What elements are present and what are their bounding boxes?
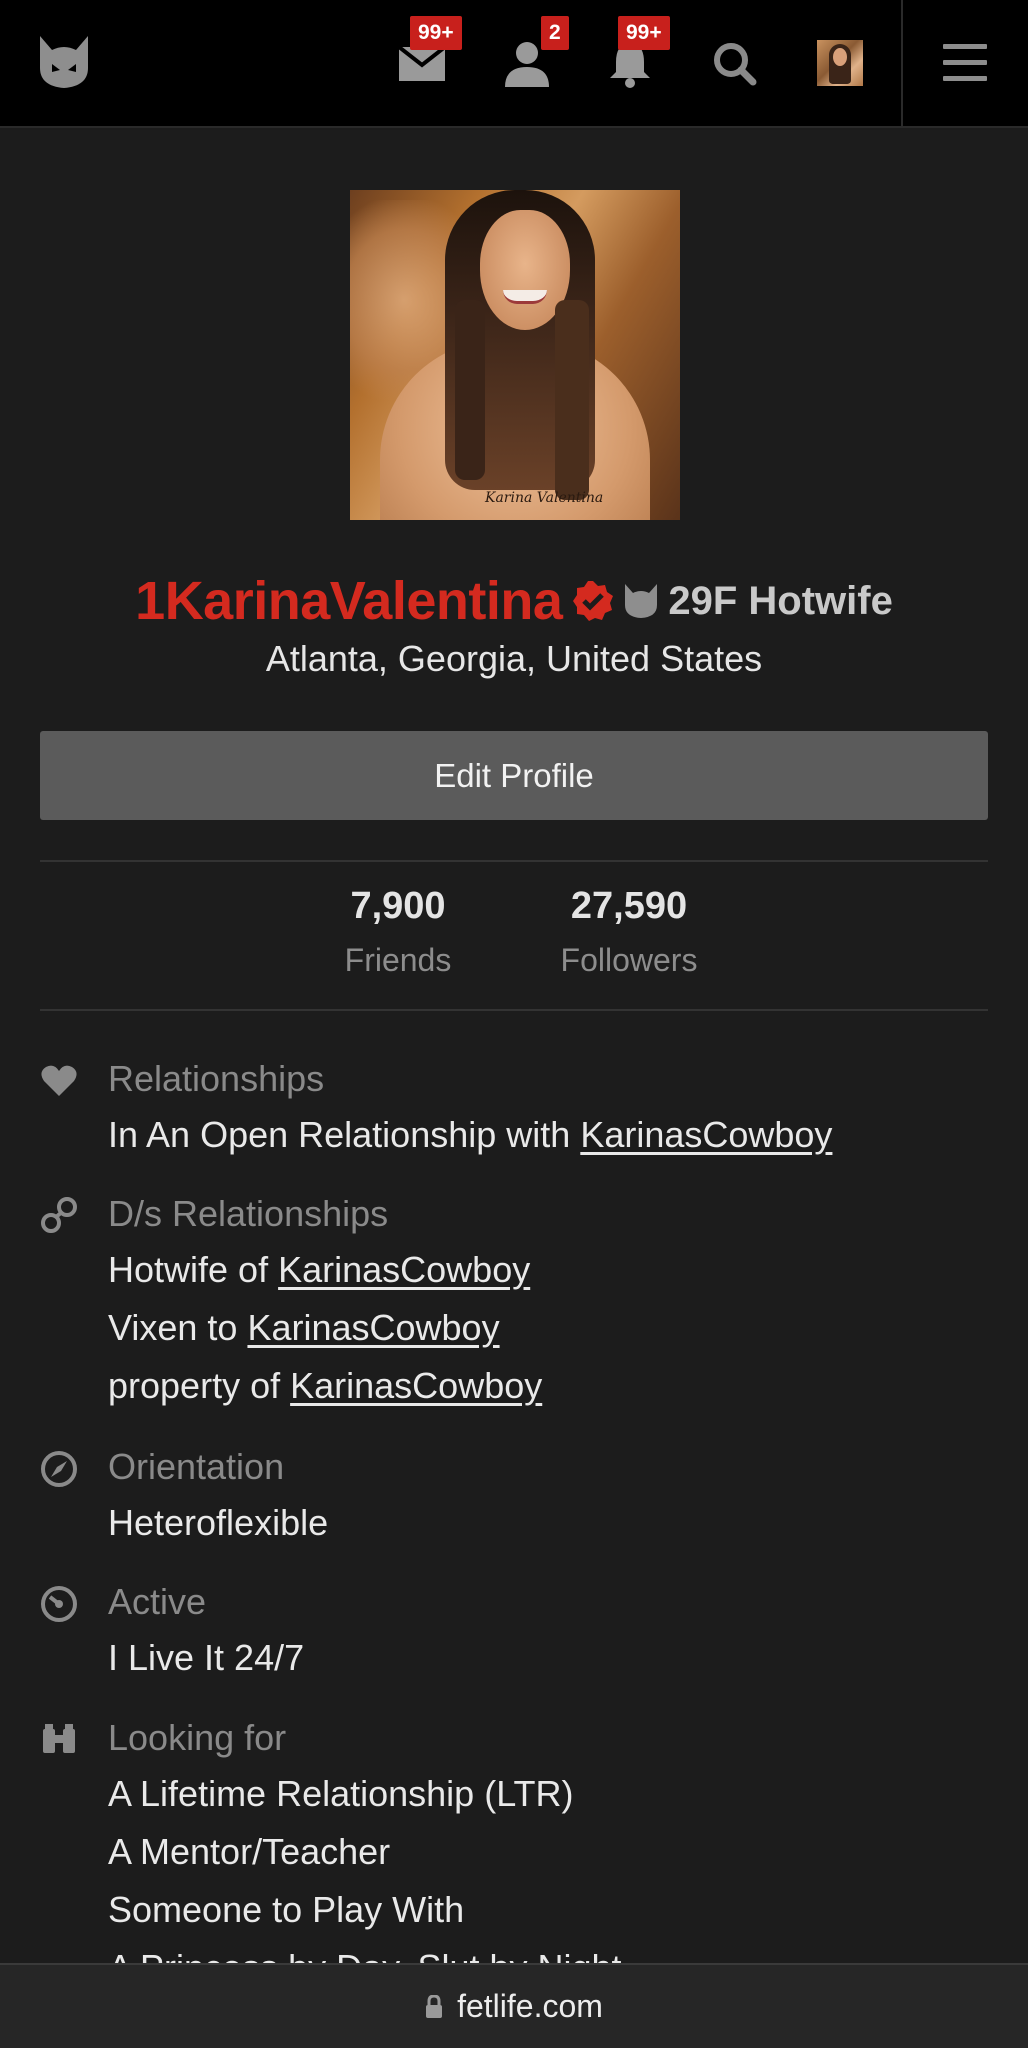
notifications-badge: 99+ xyxy=(618,16,670,50)
partner-link[interactable]: KarinasCowboy xyxy=(580,1114,832,1155)
photo-signature: Karina Valentina xyxy=(485,490,604,506)
gauge-icon xyxy=(41,1586,77,1622)
profile-name-line: 1KarinaValentina 29F Hotwife xyxy=(0,566,1028,636)
divider xyxy=(40,860,988,862)
heart-icon xyxy=(41,1065,77,1096)
profile-photo[interactable]: Karina Valentina xyxy=(350,190,680,520)
url-text: fetlife.com xyxy=(457,1988,603,2024)
relationship-text: In An Open Relationship with xyxy=(108,1114,571,1155)
ds-relationship-item: Vixen to KarinasCowboy xyxy=(108,1307,500,1349)
friend-requests-badge: 2 xyxy=(541,16,569,50)
ds-relationship-item: Hotwife of KarinasCowboy xyxy=(108,1249,530,1291)
followers-count: 27,590 xyxy=(570,885,688,927)
ds-role-text: property of xyxy=(108,1365,281,1406)
profile-username: 1KarinaValentina xyxy=(135,571,563,631)
divider xyxy=(40,1009,988,1011)
orientation-value: Heteroflexible xyxy=(108,1502,329,1543)
friends-label: Friends xyxy=(344,942,452,978)
looking-for-title: Looking for xyxy=(108,1717,287,1758)
search-button[interactable] xyxy=(705,36,765,92)
ds-role-text: Hotwife of xyxy=(108,1249,269,1290)
user-avatar[interactable] xyxy=(817,40,863,86)
ds-relationships-title: D/s Relationships xyxy=(108,1193,389,1234)
ds-relationship-item: property of KarinasCowboy xyxy=(108,1365,542,1407)
search-icon xyxy=(714,43,757,86)
messages-badge: 99+ xyxy=(410,16,462,50)
looking-for-section: Looking for A Lifetime Relationship (LTR… xyxy=(40,1717,988,1967)
friends-stat[interactable]: 7,900 Friends xyxy=(298,885,498,979)
handcuffs-icon xyxy=(41,1197,77,1233)
ds-role-text: Vixen to xyxy=(108,1307,238,1348)
compass-icon xyxy=(41,1451,77,1487)
ds-partner-link[interactable]: KarinasCowboy xyxy=(247,1307,499,1348)
hamburger-menu-icon[interactable] xyxy=(943,44,987,82)
top-navigation-bar: 99+ 2 99+ xyxy=(0,0,1028,128)
supporter-badge-icon xyxy=(625,584,658,618)
ds-relationships-section: D/s Relationships Hotwife of KarinasCowb… xyxy=(40,1193,988,1423)
followers-label: Followers xyxy=(560,942,698,978)
edit-profile-button[interactable]: Edit Profile xyxy=(40,731,988,820)
followers-stat[interactable]: 27,590 Followers xyxy=(529,885,729,979)
active-title: Active xyxy=(108,1581,207,1622)
lock-icon xyxy=(426,1994,443,2018)
orientation-section: Orientation Heteroflexible xyxy=(40,1446,988,1556)
active-value: I Live It 24/7 xyxy=(108,1637,305,1678)
binoculars-icon xyxy=(43,1724,75,1753)
friends-count: 7,900 xyxy=(350,885,446,927)
relationship-item: In An Open Relationship with KarinasCowb… xyxy=(108,1114,832,1156)
profile-location: Atlanta, Georgia, United States xyxy=(265,638,763,679)
active-section: Active I Live It 24/7 xyxy=(40,1581,988,1691)
envelope-icon xyxy=(399,47,445,81)
relationships-section: Relationships In An Open Relationship wi… xyxy=(40,1058,988,1168)
ds-partner-link[interactable]: KarinasCowboy xyxy=(278,1249,530,1290)
ds-partner-link[interactable]: KarinasCowboy xyxy=(290,1365,542,1406)
age-sex-role: 29F Hotwife xyxy=(668,578,893,623)
relationships-title: Relationships xyxy=(108,1058,325,1099)
nav-divider xyxy=(901,0,903,128)
looking-for-item: A Lifetime Relationship (LTR) xyxy=(108,1773,574,1814)
verified-badge-icon xyxy=(573,581,614,621)
fetlife-logo-icon[interactable] xyxy=(38,34,90,90)
looking-for-item: A Mentor/Teacher xyxy=(108,1831,391,1872)
browser-url-bar[interactable]: fetlife.com xyxy=(0,1963,1028,2048)
orientation-title: Orientation xyxy=(108,1446,285,1487)
looking-for-item: Someone to Play With xyxy=(108,1889,465,1930)
